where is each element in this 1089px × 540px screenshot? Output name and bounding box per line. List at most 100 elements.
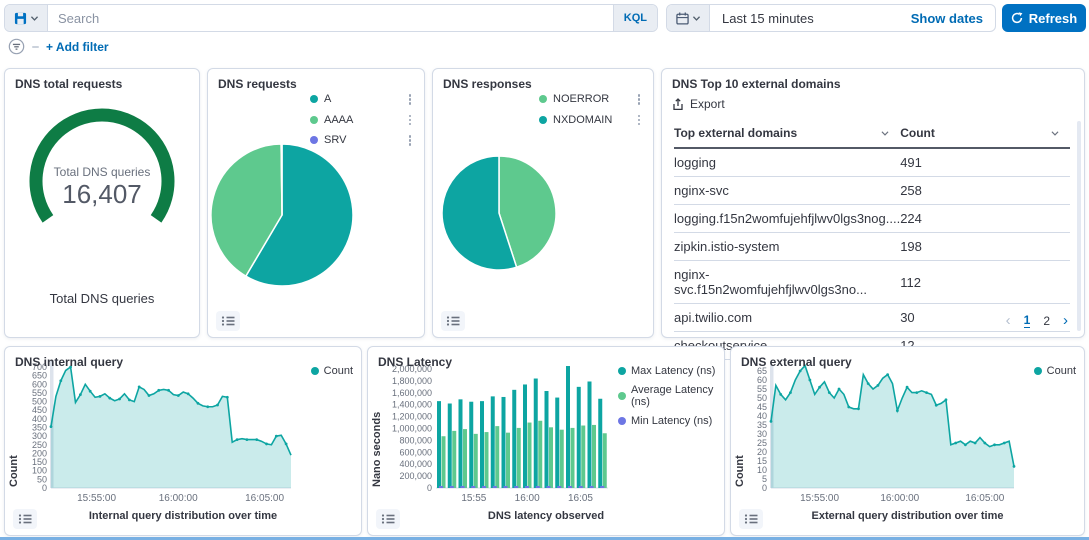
search-bar: KQL bbox=[4, 4, 658, 32]
page-2-button[interactable]: 2 bbox=[1043, 314, 1050, 328]
chevron-down-icon bbox=[692, 15, 701, 22]
next-page-icon[interactable]: › bbox=[1063, 312, 1068, 329]
svg-text:200: 200 bbox=[32, 448, 47, 458]
x-axis-title: External query distribution over time bbox=[761, 510, 1054, 522]
svg-text:250: 250 bbox=[32, 440, 47, 450]
legend-item-min-latency[interactable]: Min Latency (ns) bbox=[631, 415, 712, 427]
svg-text:15:55:00: 15:55:00 bbox=[77, 493, 116, 504]
legend-item-average-latency[interactable]: Average Latency (ns) bbox=[631, 384, 724, 408]
pagination: ‹ 1 2 › bbox=[1006, 312, 1068, 329]
legend-toggle-button[interactable] bbox=[441, 311, 465, 331]
legend-dot bbox=[618, 392, 626, 400]
svg-text:16:05: 16:05 bbox=[568, 493, 593, 504]
svg-text:16:00: 16:00 bbox=[515, 493, 540, 504]
legend-toggle-button[interactable] bbox=[376, 509, 400, 529]
legend[interactable]: Count bbox=[311, 365, 353, 377]
time-range-value[interactable]: Last 15 minutes bbox=[710, 5, 826, 31]
filter-bar: + Add filter bbox=[8, 38, 109, 55]
cell-count: 198 bbox=[900, 233, 1070, 261]
list-icon bbox=[221, 315, 235, 327]
svg-text:60: 60 bbox=[757, 375, 767, 385]
column-header-count[interactable]: Count bbox=[900, 121, 1070, 148]
saved-query-menu-button[interactable] bbox=[5, 5, 48, 31]
filter-icon[interactable] bbox=[8, 38, 25, 55]
svg-text:600: 600 bbox=[32, 379, 47, 389]
legend-item-nxdomain[interactable]: NXDOMAIN bbox=[553, 114, 629, 126]
legend-item-aaaa[interactable]: AAAA bbox=[324, 114, 400, 126]
svg-text:20: 20 bbox=[757, 447, 767, 457]
column-header-domains[interactable]: Top external domains bbox=[674, 121, 900, 148]
panel-dns-latency: DNS Latency Nano seconds 0200,000400,000… bbox=[367, 346, 725, 536]
legend-actions-icon[interactable] bbox=[406, 134, 415, 147]
legend-dot bbox=[539, 95, 547, 103]
svg-text:0: 0 bbox=[762, 483, 767, 493]
svg-text:450: 450 bbox=[32, 405, 47, 415]
export-icon bbox=[672, 98, 684, 111]
panel-dns-requests: DNS requests A AAAA SRV bbox=[207, 68, 425, 338]
legend-item-max-latency[interactable]: Max Latency (ns) bbox=[631, 365, 715, 377]
cell-domain: api.twilio.com bbox=[674, 304, 900, 332]
svg-text:16:00:00: 16:00:00 bbox=[880, 493, 919, 504]
page-1-button[interactable]: 1 bbox=[1024, 313, 1031, 328]
legend-item-count: Count bbox=[1047, 365, 1076, 377]
cell-count: 224 bbox=[900, 205, 1070, 233]
legend-dot bbox=[1034, 367, 1042, 375]
legend-toggle-button[interactable] bbox=[216, 311, 240, 331]
cell-domain: logging.f15n2womfujehfjlwv0lgs3nog.... bbox=[674, 205, 900, 233]
list-icon bbox=[381, 513, 395, 525]
search-input[interactable] bbox=[48, 5, 613, 31]
svg-text:15:55: 15:55 bbox=[461, 493, 486, 504]
panel-title[interactable]: DNS total requests bbox=[15, 77, 122, 91]
cell-domain: zipkin.istio-system bbox=[674, 233, 900, 261]
refresh-button[interactable]: Refresh bbox=[1002, 4, 1086, 32]
legend-toggle-button[interactable] bbox=[13, 509, 37, 529]
legend-item-noerror[interactable]: NOERROR bbox=[553, 93, 629, 105]
svg-text:0: 0 bbox=[427, 483, 432, 493]
gauge-center-label: Total DNS queries bbox=[5, 165, 199, 179]
kql-language-button[interactable]: KQL bbox=[613, 5, 657, 31]
legend-dot bbox=[310, 116, 318, 124]
panel-title[interactable]: DNS requests bbox=[218, 77, 297, 91]
gauge-value: 16,407 bbox=[5, 179, 199, 210]
legend-dot bbox=[539, 116, 547, 124]
panel-dns-internal-query: DNS internal query Count 050100150200250… bbox=[4, 346, 362, 536]
legend-actions-icon[interactable] bbox=[406, 114, 415, 127]
table-row: nginx-svc.f15n2womfujehfjlwv0lgs3no...11… bbox=[674, 261, 1070, 304]
panel-title[interactable]: DNS responses bbox=[443, 77, 532, 91]
export-button[interactable]: Export bbox=[672, 97, 725, 111]
cell-domain: logging bbox=[674, 148, 900, 177]
svg-text:55: 55 bbox=[757, 384, 767, 394]
panel-title[interactable]: DNS Latency bbox=[378, 355, 452, 369]
table-row: nginx-svc258 bbox=[674, 177, 1070, 205]
export-label: Export bbox=[690, 97, 725, 111]
legend[interactable]: Count bbox=[1034, 365, 1076, 377]
svg-text:650: 650 bbox=[32, 371, 47, 381]
area-chart[interactable]: 0510152025303540455055606515:55:0016:00:… bbox=[731, 347, 1084, 535]
filter-divider bbox=[32, 46, 39, 48]
panel-title[interactable]: DNS external query bbox=[741, 355, 852, 369]
legend-dot bbox=[310, 136, 318, 144]
x-axis-title: DNS latency observed bbox=[398, 510, 694, 522]
date-quick-menu-button[interactable] bbox=[667, 5, 710, 31]
area-chart[interactable]: 0501001502002503003504004505005506006507… bbox=[5, 347, 361, 535]
previous-page-icon[interactable]: ‹ bbox=[1006, 312, 1011, 329]
legend-toggle-button[interactable] bbox=[739, 509, 763, 529]
sort-chevron-icon bbox=[1050, 130, 1060, 137]
legend-item-srv[interactable]: SRV bbox=[324, 134, 400, 146]
legend-item-a[interactable]: A bbox=[324, 93, 400, 105]
show-dates-button[interactable]: Show dates bbox=[899, 5, 995, 31]
add-filter-button[interactable]: + Add filter bbox=[46, 40, 109, 54]
legend-actions-icon[interactable] bbox=[635, 114, 644, 127]
legend-actions-icon[interactable] bbox=[406, 93, 415, 106]
legend: A AAAA SRV bbox=[310, 93, 414, 147]
panel-title[interactable]: DNS Top 10 external domains bbox=[672, 77, 841, 91]
panel-dns-responses: DNS responses NOERROR NXDOMAIN bbox=[432, 68, 654, 338]
legend-actions-icon[interactable] bbox=[635, 93, 644, 106]
legend: NOERROR NXDOMAIN bbox=[539, 93, 643, 126]
x-axis-title: Internal query distribution over time bbox=[35, 510, 331, 522]
table-row: logging.f15n2womfujehfjlwv0lgs3nog....22… bbox=[674, 205, 1070, 233]
panel-title[interactable]: DNS internal query bbox=[15, 355, 123, 369]
scrollbar[interactable] bbox=[1077, 121, 1081, 331]
svg-text:5: 5 bbox=[762, 474, 767, 484]
svg-text:25: 25 bbox=[757, 438, 767, 448]
